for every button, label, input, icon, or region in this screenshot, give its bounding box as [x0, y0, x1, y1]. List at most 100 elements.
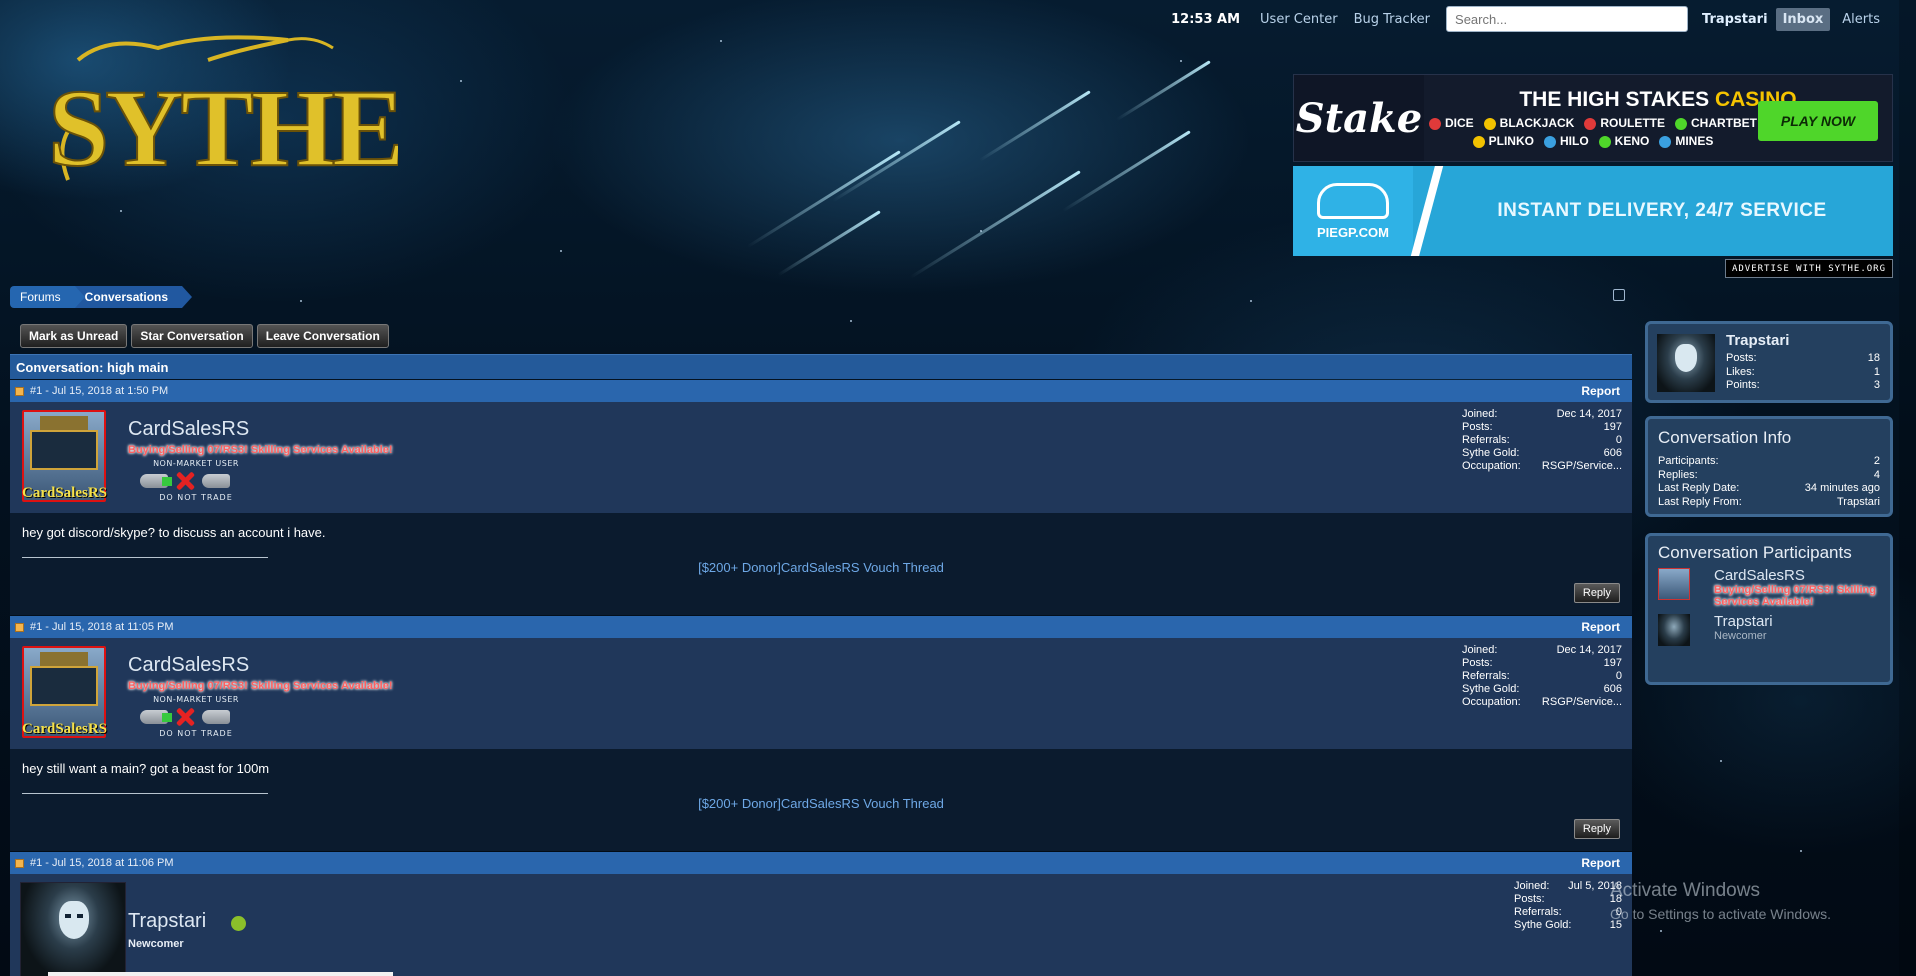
replies-count: 4: [1873, 468, 1880, 481]
logo-text: SYTHE: [48, 67, 398, 189]
participant-name[interactable]: Trapstari: [1714, 614, 1773, 630]
avatar[interactable]: CardSalesRS: [22, 646, 107, 738]
do-not-trade-label: DO NOT TRADE: [159, 493, 233, 502]
stake-ad-banner[interactable]: Stake THE HIGH STAKES CASINO DICE BLACKJ…: [1293, 74, 1893, 162]
vouch-thread-link[interactable]: [$200+ Donor]CardSalesRS Vouch Thread: [698, 560, 944, 575]
online-status-icon: [231, 916, 246, 931]
leave-conversation-button[interactable]: Leave Conversation: [256, 324, 389, 348]
username-link[interactable]: Trapstari: [128, 910, 206, 933]
referrals-value: 0: [1615, 434, 1622, 446]
report-link[interactable]: Report: [1581, 856, 1620, 870]
user-center-link[interactable]: User Center: [1260, 12, 1338, 27]
referrals-value: 0: [1615, 670, 1622, 682]
inbox-link[interactable]: Inbox: [1775, 7, 1831, 31]
watermark-subtitle: Go to Settings to activate Windows.: [1610, 906, 1831, 922]
game-plinko: PLINKO: [1472, 134, 1534, 148]
do-not-trade-label: DO NOT TRADE: [159, 729, 233, 738]
non-market-label: NON-MARKET USER: [153, 459, 239, 468]
conversation-title: Conversation: high main: [10, 354, 1632, 379]
shooting-star: [1061, 130, 1191, 213]
message-body: hey got discord/skype? to discuss an acc…: [10, 513, 1632, 615]
user-rank: Newcomer: [128, 938, 184, 950]
sythe-logo[interactable]: SYTHE: [38, 30, 398, 190]
sidebar-user-box: Trapstari Posts: 18 Likes: 1 Points: 3: [1645, 321, 1893, 403]
shooting-star: [978, 90, 1091, 162]
bug-tracker-link[interactable]: Bug Tracker: [1354, 12, 1430, 27]
user-stats: Joined: Jul 5, 2018 Posts: 18 Referrals: 0 …: [1514, 880, 1622, 931]
stake-ad-title: THE HIGH STAKES CASINO: [1519, 88, 1796, 112]
username-link[interactable]: CardSalesRS: [128, 418, 249, 441]
message-header: #1 - Jul 15, 2018 at 1:50 PM Report: [10, 380, 1632, 402]
signature-link: [$200+ Donor]CardSalesRS Vouch Thread: [10, 560, 1632, 575]
message-permalink[interactable]: #1 - Jul 15, 2018 at 11:05 PM: [30, 621, 174, 633]
shooting-star: [746, 150, 901, 249]
conversation-main: Conversation: high main #1 - Jul 15, 201…: [10, 354, 1632, 976]
avatar[interactable]: CardSalesRS: [22, 410, 107, 502]
signature-divider: [22, 557, 268, 558]
message-permalink[interactable]: #1 - Jul 15, 2018 at 1:50 PM: [30, 385, 168, 397]
pie-icon: [1317, 182, 1389, 219]
horizontal-scrollbar-thumb[interactable]: [48, 972, 393, 976]
conversation-actions: Mark as Unread Star Conversation Leave C…: [20, 324, 389, 348]
reply-button[interactable]: Reply: [1573, 819, 1620, 839]
report-link[interactable]: Report: [1581, 620, 1620, 634]
stake-games-row-1: DICE BLACKJACK ROULETTE CHARTBET: [1428, 116, 1757, 130]
game-mines: MINES: [1659, 134, 1713, 148]
participant-item[interactable]: Trapstari Newcomer: [1658, 614, 1880, 646]
sidebar-username[interactable]: Trapstari: [1726, 332, 1789, 349]
trade-badges: NON-MARKET USER DO NOT TRADE: [140, 459, 260, 502]
shooting-star: [831, 120, 961, 203]
participant-avatar[interactable]: [1658, 568, 1690, 600]
message: #1 - Jul 15, 2018 at 11:06 PM Report Tra…: [10, 852, 1632, 976]
user-stats: Joined: Dec 14, 2017 Posts: 197 Referrals:…: [1462, 644, 1622, 708]
search-input[interactable]: [1446, 6, 1689, 32]
report-link[interactable]: Report: [1581, 384, 1620, 398]
participant-item[interactable]: CardSalesRS Buying/Selling 07/RS3! Skill…: [1658, 568, 1880, 608]
account-username-link[interactable]: Trapstari: [1702, 12, 1768, 27]
reply-button[interactable]: Reply: [1573, 583, 1620, 603]
top-navigation: 12:53 AM User Center Bug Tracker Trapsta…: [1171, 6, 1880, 32]
posts-value: 197: [1603, 657, 1622, 669]
stake-games-row-2: PLINKO HILO KENO MINES: [1472, 134, 1713, 148]
signature-divider: [22, 793, 268, 794]
message-permalink[interactable]: #1 - Jul 15, 2018 at 11:06 PM: [30, 857, 174, 869]
play-now-button[interactable]: PLAY NOW: [1758, 101, 1878, 141]
piegp-ad-banner[interactable]: PIEGP.COM INSTANT DELIVERY, 24/7 SERVICE: [1293, 166, 1893, 256]
participant-title: Buying/Selling 07/RS3! Skilling Services…: [1714, 584, 1876, 608]
avatar[interactable]: [20, 882, 126, 976]
vertical-scrollbar[interactable]: [1899, 0, 1916, 976]
message-icon: [15, 386, 24, 396]
advertise-link[interactable]: ADVERTISE WITH SYTHE.ORG: [1725, 259, 1893, 278]
gold-value: 606: [1603, 683, 1622, 695]
message-text: hey got discord/skype? to discuss an acc…: [22, 525, 326, 540]
user-stats: Joined: Dec 14, 2017 Posts: 197 Referrals:…: [1462, 408, 1622, 472]
breadcrumb-forums[interactable]: Forums: [10, 286, 85, 308]
sidebar-avatar[interactable]: [1657, 334, 1715, 392]
participant-avatar[interactable]: [1658, 614, 1690, 646]
last-reply-date: 34 minutes ago: [1804, 482, 1880, 494]
game-keno: KENO: [1598, 134, 1649, 148]
piegp-tagline: INSTANT DELIVERY, 24/7 SERVICE: [1497, 200, 1827, 221]
message-header: #1 - Jul 15, 2018 at 11:05 PM Report: [10, 616, 1632, 638]
trade-badges: NON-MARKET USER DO NOT TRADE: [140, 695, 260, 738]
conversation-info-heading: Conversation Info: [1658, 428, 1792, 447]
vouch-thread-link[interactable]: [$200+ Donor]CardSalesRS Vouch Thread: [698, 796, 944, 811]
message: #1 - Jul 15, 2018 at 1:50 PM Report Card…: [10, 380, 1632, 615]
star-conversation-button[interactable]: Star Conversation: [131, 324, 253, 348]
occupation-value: RSGP/Service...: [1541, 696, 1622, 708]
occupation-value: RSGP/Service...: [1541, 460, 1622, 472]
participant-name[interactable]: CardSalesRS: [1714, 568, 1880, 584]
expand-icon[interactable]: [1613, 289, 1625, 301]
breadcrumb-conversations[interactable]: Conversations: [74, 286, 193, 308]
handshake-icon: [202, 474, 230, 488]
game-roulette: ROULETTE: [1584, 116, 1665, 130]
message: #1 - Jul 15, 2018 at 11:05 PM Report Car…: [10, 616, 1632, 851]
username-link[interactable]: CardSalesRS: [128, 654, 249, 677]
alerts-link[interactable]: Alerts: [1842, 12, 1880, 27]
mark-as-unread-button[interactable]: Mark as Unread: [20, 324, 128, 348]
shooting-star: [1115, 60, 1211, 122]
clock: 12:53 AM: [1171, 11, 1241, 27]
last-reply-from[interactable]: Trapstari: [1837, 496, 1880, 510]
handshake-icon: [140, 474, 172, 488]
joined-value: Dec 14, 2017: [1556, 644, 1622, 656]
